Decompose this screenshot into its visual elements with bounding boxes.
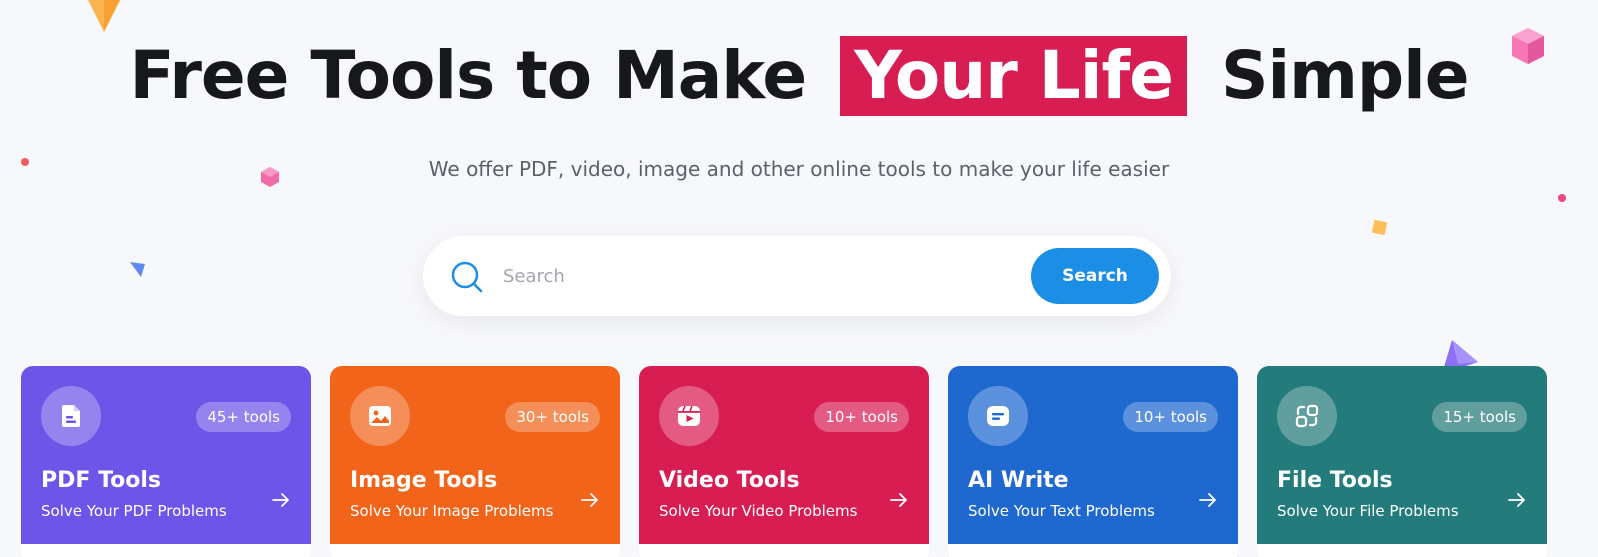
- pink-dot-decoration: [1558, 194, 1566, 202]
- card-footer: [639, 544, 929, 557]
- page-title-text: Free Tools to Make: [129, 37, 807, 114]
- card-footer: [1257, 544, 1547, 557]
- card-title: PDF Tools: [41, 468, 162, 493]
- tool-count-badge: 45+ tools: [196, 402, 291, 432]
- arrow-right-icon: [1508, 493, 1525, 507]
- card-footer: [330, 544, 620, 557]
- file-icon-badge: [1277, 386, 1337, 446]
- card-footer: [21, 544, 311, 557]
- card-file-tools[interactable]: 15+ tools File Tools Solve Your File Pro…: [1257, 366, 1547, 557]
- card-title: AI Write: [968, 468, 1069, 493]
- ai-write-icon-badge: [968, 386, 1028, 446]
- chat-text-icon: [987, 406, 1009, 426]
- orange-gem-decoration: [88, 0, 120, 32]
- card-title: Image Tools: [350, 468, 498, 493]
- page-subtitle: We offer PDF, video, image and other onl…: [428, 157, 1170, 181]
- arrow-right-icon: [272, 493, 289, 507]
- arrow-right-icon: [1199, 493, 1216, 507]
- card-footer: [948, 544, 1238, 557]
- card-description: Solve Your File Problems: [1277, 502, 1459, 520]
- search-input[interactable]: [503, 256, 923, 296]
- page-title-highlight: Your Life: [840, 36, 1187, 116]
- yellow-square-decoration: [1371, 219, 1388, 236]
- search-icon: [451, 261, 483, 293]
- image-icon: [369, 406, 391, 426]
- pdf-document-icon: [62, 405, 80, 427]
- pdf-icon-badge: [41, 386, 101, 446]
- tool-count-badge: 10+ tools: [1123, 402, 1218, 432]
- search-bar: Search: [423, 236, 1171, 316]
- card-image-tools[interactable]: 30+ tools Image Tools Solve Your Image P…: [330, 366, 620, 557]
- page-title: Free Tools to Make Your Life Simple: [0, 36, 1598, 116]
- card-description: Solve Your Text Problems: [968, 502, 1155, 520]
- tool-categories: 45+ tools PDF Tools Solve Your PDF Probl…: [21, 366, 1591, 557]
- card-description: Solve Your PDF Problems: [41, 502, 227, 520]
- image-icon-badge: [350, 386, 410, 446]
- page-title-text-end: Simple: [1220, 37, 1470, 114]
- tool-count-badge: 15+ tools: [1432, 402, 1527, 432]
- card-title: File Tools: [1277, 468, 1393, 493]
- card-title: Video Tools: [659, 468, 800, 493]
- card-video-tools[interactable]: 10+ tools Video Tools Solve Your Video P…: [639, 366, 929, 557]
- tool-count-badge: 30+ tools: [505, 402, 600, 432]
- card-ai-write[interactable]: 10+ tools AI Write Solve Your Text Probl…: [948, 366, 1238, 557]
- file-convert-icon: [1295, 404, 1319, 428]
- video-icon-badge: [659, 386, 719, 446]
- card-description: Solve Your Video Problems: [659, 502, 858, 520]
- video-play-icon: [678, 405, 700, 426]
- arrow-right-icon: [581, 493, 598, 507]
- tool-count-badge: 10+ tools: [814, 402, 909, 432]
- search-button[interactable]: Search: [1031, 248, 1159, 304]
- card-pdf-tools[interactable]: 45+ tools PDF Tools Solve Your PDF Probl…: [21, 366, 311, 557]
- arrow-right-icon: [890, 493, 907, 507]
- blue-triangle-decoration: [130, 262, 145, 277]
- card-description: Solve Your Image Problems: [350, 502, 554, 520]
